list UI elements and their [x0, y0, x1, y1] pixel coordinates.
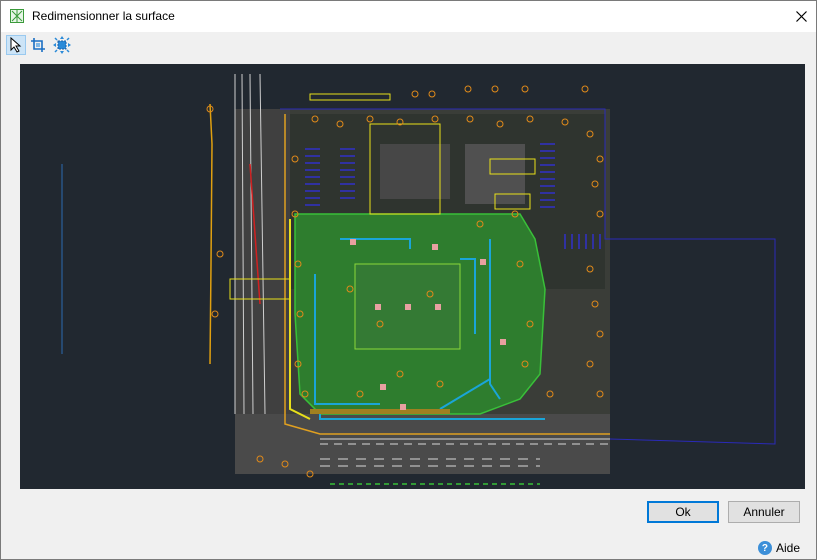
select-tool-button[interactable] — [6, 35, 26, 55]
surface-app-icon — [10, 9, 24, 23]
help-label: Aide — [775, 541, 800, 555]
crop-extents-button[interactable] — [28, 35, 48, 55]
select-arrow-icon — [10, 37, 22, 53]
close-icon — [795, 11, 807, 22]
resize-handles-button[interactable] — [52, 35, 72, 55]
help-link[interactable]: ? Aide — [757, 541, 800, 555]
crop-extents-icon — [31, 38, 45, 52]
ok-button[interactable]: Ok — [647, 501, 719, 523]
title-bar: Redimensionner la surface — [1, 1, 816, 32]
help-icon: ? — [757, 541, 772, 555]
window-title: Redimensionner la surface — [32, 9, 175, 23]
resize-surface-dialog: Redimensionner la surface Ok Annuler ? A… — [0, 0, 817, 560]
status-bar: ? Aide — [1, 537, 816, 559]
site-plan-drawing — [61, 73, 776, 485]
close-button[interactable] — [786, 1, 816, 32]
surface-preview-canvas[interactable] — [20, 64, 805, 489]
resize-handles-icon — [53, 36, 71, 54]
cancel-button[interactable]: Annuler — [728, 501, 800, 523]
toolbar — [1, 33, 816, 57]
